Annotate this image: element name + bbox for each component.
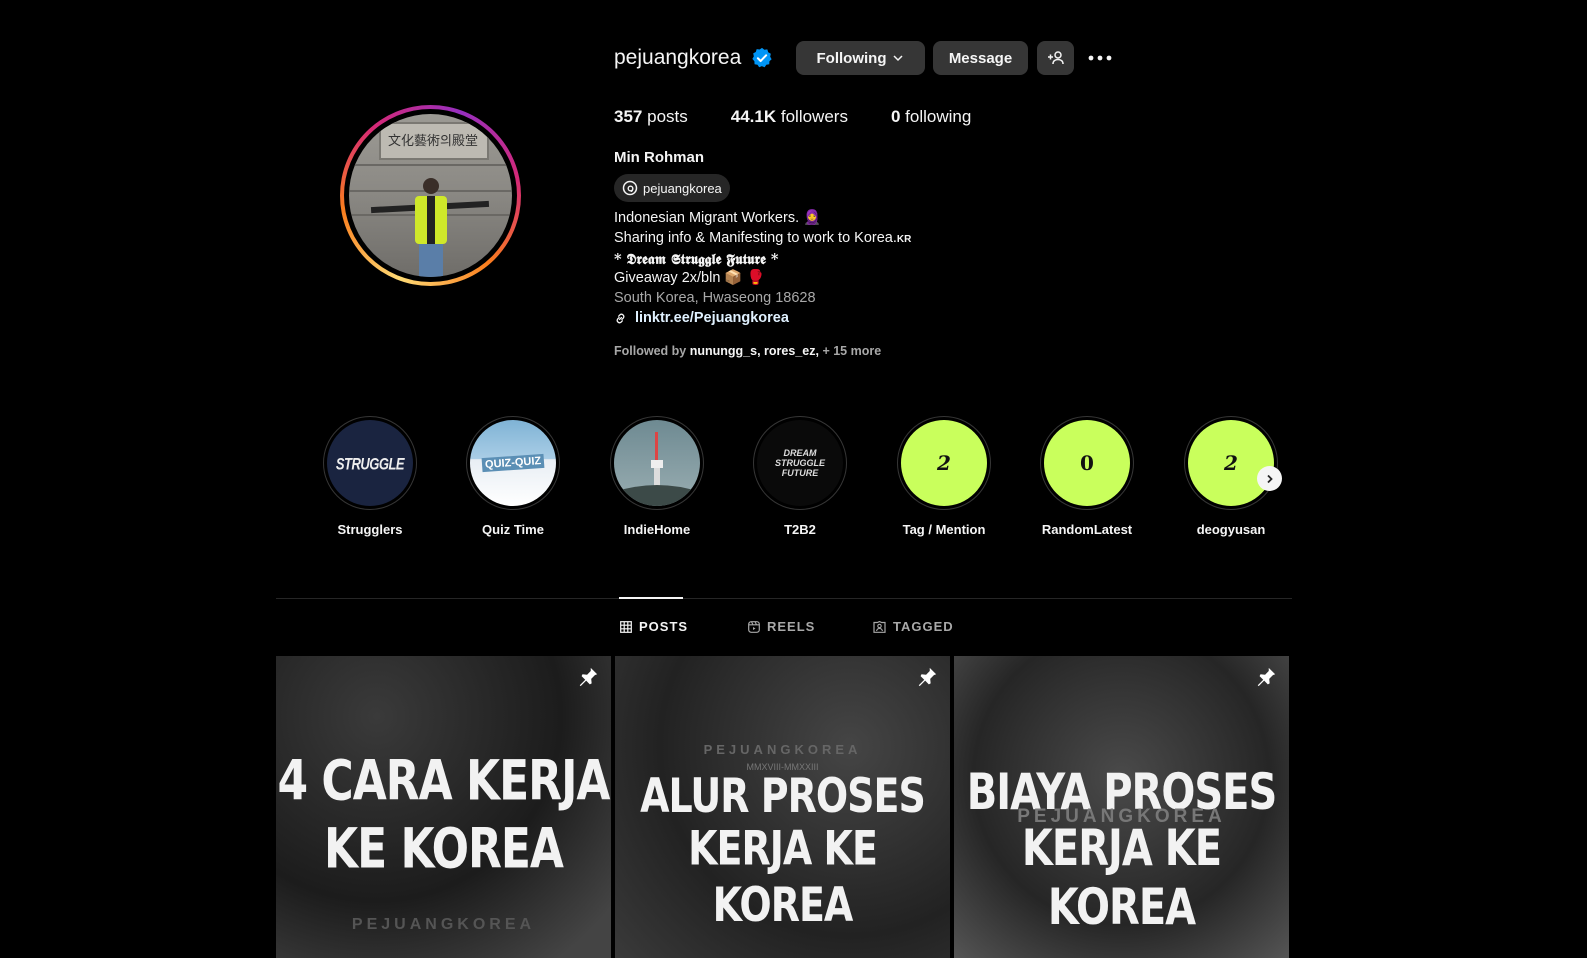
highlight-cover-text: STRUGGLE bbox=[335, 453, 405, 473]
posts-stat: 357 posts bbox=[614, 107, 688, 127]
post-title-line-1: 4 CARA KERJA bbox=[277, 749, 611, 814]
bio-line-1: Indonesian Migrant Workers. 🧕 bbox=[614, 210, 822, 226]
reels-icon bbox=[748, 620, 760, 633]
post-tile[interactable]: 4 CARA KERJA KE KOREA PEJUANGKOREA bbox=[276, 656, 611, 958]
avatar-sign-text: 文化藝術의殿堂 bbox=[388, 134, 478, 149]
highlight-label: Quiz Time bbox=[482, 522, 544, 537]
bio-line-2-row: Sharing info & Manifesting to work to Ko… bbox=[614, 229, 911, 250]
tab-reels[interactable]: REELS bbox=[748, 619, 815, 634]
followed-by-user-2[interactable]: rores_ez bbox=[764, 344, 815, 358]
highlight-t2b2[interactable]: DREAM STRUGGLE FUTURE bbox=[753, 416, 847, 510]
tab-posts[interactable]: POSTS bbox=[620, 619, 688, 634]
tab-label: POSTS bbox=[639, 619, 689, 634]
post-brand: PEJUANGKOREA bbox=[703, 742, 862, 757]
post-title-line-2: KERJA KE KOREA bbox=[688, 820, 878, 932]
bio-line-4: Giveaway 2x/bln 📦 🥊 bbox=[614, 270, 765, 287]
highlight-label: IndieHome bbox=[623, 522, 691, 537]
highlight-tag-mention[interactable]: 2 bbox=[897, 416, 991, 510]
highlight-label: RandomLatest bbox=[1041, 522, 1133, 537]
tab-label: REELS bbox=[767, 619, 816, 634]
highlight-cover-text: 0 bbox=[1080, 451, 1094, 475]
highlight-randomlatest[interactable]: 0 bbox=[1040, 416, 1134, 510]
highlight-label: deogyusan bbox=[1196, 522, 1266, 537]
tagged-icon bbox=[873, 620, 886, 633]
threads-badge[interactable]: pejuangkorea bbox=[614, 174, 730, 202]
post-title-line-2: KE KOREA bbox=[324, 817, 564, 882]
highlight-label: T2B2 bbox=[784, 522, 816, 537]
verified-badge-icon bbox=[751, 47, 773, 69]
posts-label: posts bbox=[647, 107, 688, 126]
highlight-cover-text: DREAM STRUGGLE FUTURE bbox=[775, 448, 826, 478]
post-title-line-2: KERJA KE KOREA bbox=[1021, 820, 1222, 937]
link-icon bbox=[614, 312, 627, 325]
highlight-deogyusan[interactable]: 2 bbox=[1184, 416, 1278, 510]
username: pejuangkorea bbox=[614, 46, 742, 69]
more-dots-icon bbox=[1088, 55, 1112, 61]
followers-count: 44.1K bbox=[730, 107, 777, 126]
following-count: 0 bbox=[890, 107, 901, 126]
active-tab-indicator bbox=[619, 597, 683, 599]
following-button-label: Following bbox=[816, 49, 887, 67]
add-person-icon bbox=[1047, 49, 1065, 67]
pin-icon bbox=[1255, 666, 1277, 688]
highlight-quiz-time[interactable]: QUIZ-QUIZ bbox=[466, 416, 560, 510]
highlight-cover-text: QUIZ-QUIZ bbox=[481, 453, 545, 473]
threads-handle: pejuangkorea bbox=[643, 180, 722, 196]
followed-by-more: + 15 more bbox=[822, 344, 882, 358]
tower-image bbox=[614, 432, 700, 506]
message-button-label: Message bbox=[948, 49, 1013, 67]
followed-by-prefix: Followed by bbox=[614, 344, 687, 358]
post-tile[interactable]: BIAYA PROSES PEJUANGKOREA KERJA KE KOREA bbox=[954, 656, 1289, 958]
highlight-cover-text: 2 bbox=[937, 451, 951, 475]
suggest-user-button[interactable] bbox=[1037, 41, 1074, 75]
following-button[interactable]: Following bbox=[796, 41, 925, 75]
post-brand: PEJUANGKOREA bbox=[351, 916, 536, 933]
bio-link[interactable]: linktr.ee/Pejuangkorea bbox=[635, 309, 789, 329]
pin-icon bbox=[916, 666, 938, 688]
highlight-strugglers[interactable]: STRUGGLE bbox=[323, 416, 417, 510]
highlight-cover-text: 2 bbox=[1224, 451, 1238, 475]
message-button[interactable]: Message bbox=[933, 41, 1028, 75]
grid-icon bbox=[620, 620, 632, 633]
bio-location: South Korea, Hwaseong 18628 bbox=[614, 290, 816, 307]
tab-tagged[interactable]: TAGGED bbox=[873, 619, 954, 634]
followers-label: followers bbox=[780, 107, 848, 126]
post-tile[interactable]: PEJUANGKOREA MMXVIII-MMXXIII ALUR PROSES… bbox=[615, 656, 950, 958]
post-title-line-1: ALUR PROSES bbox=[640, 768, 926, 824]
highlight-label: Tag / Mention bbox=[902, 522, 986, 537]
tab-label: TAGGED bbox=[893, 619, 954, 634]
following-label: following bbox=[905, 107, 972, 126]
followed-by[interactable]: Followed by nunungg_s, rores_ez, + 15 mo… bbox=[614, 344, 881, 358]
avatar: 文化藝術의殿堂 bbox=[349, 114, 512, 277]
followers-stat[interactable]: 44.1K followers bbox=[731, 107, 848, 127]
threads-icon bbox=[622, 180, 638, 196]
more-options-button[interactable] bbox=[1086, 41, 1114, 75]
tabs-divider bbox=[276, 598, 1292, 599]
bio-link-row[interactable]: linktr.ee/Pejuangkorea bbox=[614, 309, 911, 329]
avatar-story-ring[interactable]: 文化藝術의殿堂 bbox=[340, 105, 521, 286]
pin-icon bbox=[577, 666, 599, 688]
highlight-label: Strugglers bbox=[337, 522, 403, 537]
highlights-next-button[interactable] bbox=[1257, 466, 1282, 491]
highlight-indiehome[interactable] bbox=[610, 416, 704, 510]
posts-count: 357 bbox=[614, 107, 643, 126]
full-name: Min Rohman bbox=[614, 149, 704, 166]
following-stat[interactable]: 0 following bbox=[891, 107, 971, 127]
bio-line-3: * 𝕯𝖗𝖊𝖆𝖒 𝕾𝖙𝖗𝖚𝖌𝖌𝖑𝖊 𝕱𝖚𝖙𝖚𝖗𝖊 * bbox=[614, 250, 779, 268]
chevron-right-icon bbox=[1265, 474, 1275, 484]
bio-flag: KR bbox=[896, 233, 912, 245]
chevron-down-icon bbox=[892, 52, 904, 64]
bio-line-2: Sharing info & Manifesting to work to Ko… bbox=[614, 229, 897, 246]
followed-by-user-1[interactable]: nunungg_s bbox=[690, 344, 757, 358]
